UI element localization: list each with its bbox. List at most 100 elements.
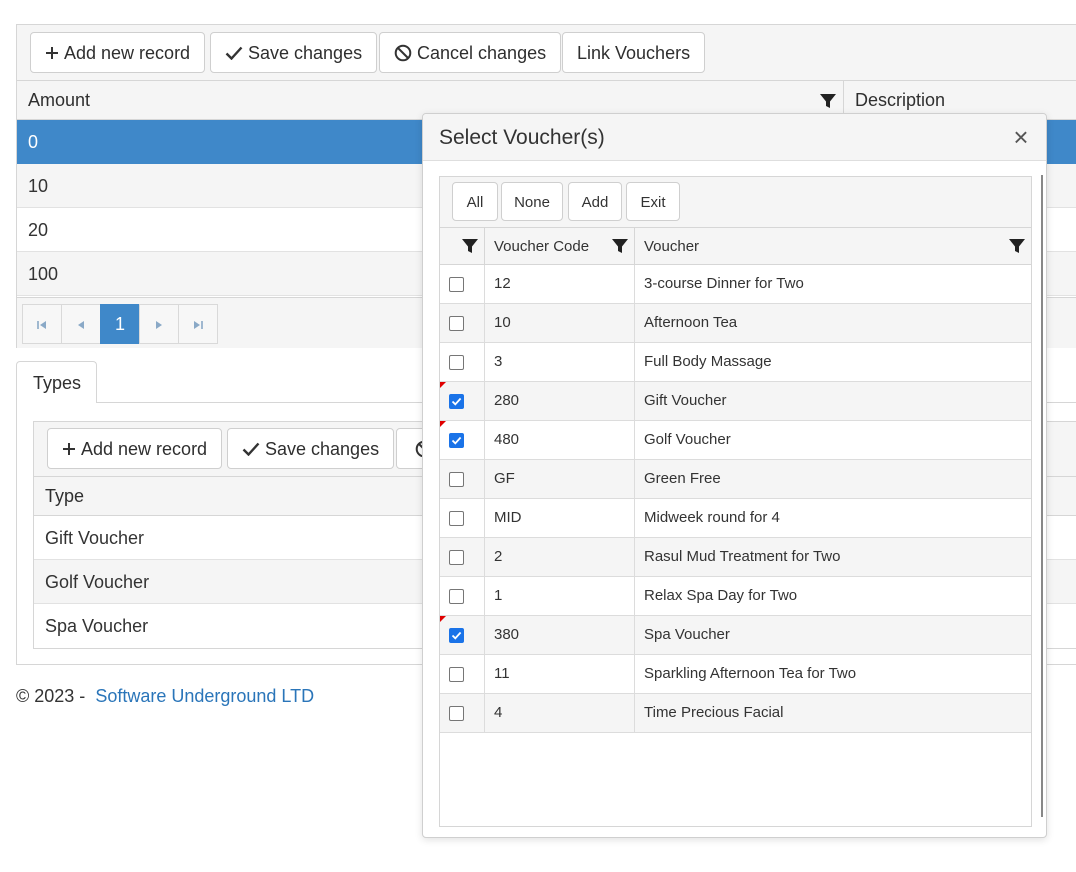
row-checkbox[interactable] xyxy=(449,394,464,409)
column-divider xyxy=(484,694,485,732)
grid-toolbar: Add new record Save changes Cancel chang… xyxy=(17,25,1076,81)
row-checkbox[interactable] xyxy=(449,706,464,721)
add-new-record-button[interactable]: Add new record xyxy=(30,32,206,73)
column-header-voucher-code[interactable]: Voucher Code xyxy=(494,228,589,265)
dirty-cell-marker xyxy=(440,616,446,622)
column-divider xyxy=(634,304,635,342)
first-page-button[interactable] xyxy=(22,304,62,344)
table-row[interactable]: 380 Spa Voucher xyxy=(440,616,1031,655)
company-link[interactable]: Software Underground LTD xyxy=(95,686,314,706)
dirty-cell-marker xyxy=(440,421,446,427)
column-divider xyxy=(484,499,485,537)
row-checkbox[interactable] xyxy=(449,472,464,487)
row-checkbox[interactable] xyxy=(449,433,464,448)
row-checkbox[interactable] xyxy=(449,628,464,643)
dialog-scrollbar[interactable] xyxy=(1041,175,1043,817)
row-checkbox[interactable] xyxy=(449,589,464,604)
filter-icon[interactable] xyxy=(820,93,836,112)
voucher-name-cell: Sparkling Afternoon Tea for Two xyxy=(644,665,857,682)
table-row[interactable]: 2 Rasul Mud Treatment for Two xyxy=(440,538,1031,577)
column-header-amount[interactable]: Amount xyxy=(28,81,90,120)
voucher-code-cell: GF xyxy=(494,470,515,487)
column-divider xyxy=(634,228,635,264)
column-divider xyxy=(634,421,635,459)
voucher-name-cell: Relax Spa Day for Two xyxy=(644,587,798,604)
table-row[interactable]: GF Green Free xyxy=(440,460,1031,499)
column-divider xyxy=(484,265,485,303)
column-divider xyxy=(484,616,485,654)
first-page-icon xyxy=(37,320,46,329)
dirty-cell-marker xyxy=(440,382,446,388)
table-row[interactable]: 4 Time Precious Facial xyxy=(440,694,1031,733)
cancel-icon xyxy=(394,44,412,62)
table-row[interactable]: 3 Full Body Massage xyxy=(440,343,1031,382)
column-header-type[interactable]: Type xyxy=(45,477,84,516)
row-checkbox[interactable] xyxy=(449,550,464,565)
voucher-code-cell: 280 xyxy=(494,392,520,409)
tab-types[interactable]: Types xyxy=(16,361,97,403)
voucher-name-cell: Rasul Mud Treatment for Two xyxy=(644,548,841,565)
row-checkbox[interactable] xyxy=(449,511,464,526)
voucher-name-cell: Spa Voucher xyxy=(644,626,730,643)
table-row[interactable]: 280 Gift Voucher xyxy=(440,382,1031,421)
filter-icon[interactable] xyxy=(612,238,628,257)
save-changes-button[interactable]: Save changes xyxy=(210,32,378,73)
previous-page-icon xyxy=(78,320,84,329)
page-number-button[interactable]: 1 xyxy=(100,304,140,344)
column-header-voucher[interactable]: Voucher xyxy=(644,228,699,265)
table-row[interactable]: 10 Afternoon Tea xyxy=(440,304,1031,343)
next-page-icon xyxy=(156,320,162,329)
table-row[interactable]: 12 3-course Dinner for Two xyxy=(440,265,1031,304)
previous-page-button[interactable] xyxy=(61,304,101,344)
column-divider xyxy=(634,538,635,576)
close-icon[interactable]: × xyxy=(1010,124,1032,150)
voucher-name-cell: Gift Voucher xyxy=(644,392,727,409)
voucher-name-cell: Time Precious Facial xyxy=(644,704,784,721)
exit-button[interactable]: Exit xyxy=(626,182,680,221)
add-new-record-button[interactable]: Add new record xyxy=(47,428,223,469)
column-divider xyxy=(484,655,485,693)
voucher-name-cell: 3-course Dinner for Two xyxy=(644,275,804,292)
row-checkbox[interactable] xyxy=(449,277,464,292)
select-all-button[interactable]: All xyxy=(452,182,498,221)
column-divider xyxy=(634,343,635,381)
filter-icon[interactable] xyxy=(1009,238,1025,257)
voucher-code-cell: 1 xyxy=(494,587,503,604)
select-none-button[interactable]: None xyxy=(501,182,563,221)
voucher-grid: All None Add Exit Voucher Code Voucher 1… xyxy=(439,176,1032,827)
row-checkbox[interactable] xyxy=(449,667,464,682)
voucher-code-cell: 2 xyxy=(494,548,503,565)
voucher-name-cell: Afternoon Tea xyxy=(644,314,738,331)
filter-icon[interactable] xyxy=(462,238,478,257)
copyright-text: © 2023 - xyxy=(16,686,86,706)
checkmark-icon xyxy=(451,631,462,640)
voucher-code-cell: MID xyxy=(494,509,522,526)
select-voucher-dialog: Select Voucher(s) × All None Add Exit Vo… xyxy=(422,113,1047,838)
voucher-name-cell: Full Body Massage xyxy=(644,353,772,370)
voucher-code-cell: 10 xyxy=(494,314,511,331)
column-divider xyxy=(484,382,485,420)
row-checkbox[interactable] xyxy=(449,316,464,331)
table-row[interactable]: MID Midweek round for 4 xyxy=(440,499,1031,538)
voucher-grid-header: Voucher Code Voucher xyxy=(440,228,1031,265)
table-row[interactable]: 11 Sparkling Afternoon Tea for Two xyxy=(440,655,1031,694)
voucher-code-cell: 3 xyxy=(494,353,503,370)
checkmark-icon xyxy=(225,46,243,61)
voucher-code-cell: 4 xyxy=(494,704,503,721)
table-row[interactable]: 480 Golf Voucher xyxy=(440,421,1031,460)
link-vouchers-button[interactable]: Link Vouchers xyxy=(562,32,706,73)
row-checkbox[interactable] xyxy=(449,355,464,370)
add-button[interactable]: Add xyxy=(568,182,622,221)
voucher-name-cell: Green Free xyxy=(644,470,721,487)
cancel-changes-button[interactable]: Cancel changes xyxy=(379,32,562,73)
column-divider xyxy=(484,343,485,381)
column-divider xyxy=(484,228,485,264)
last-page-button[interactable] xyxy=(178,304,218,344)
column-divider xyxy=(484,538,485,576)
next-page-button[interactable] xyxy=(139,304,179,344)
voucher-code-cell: 12 xyxy=(494,275,511,292)
voucher-code-cell: 480 xyxy=(494,431,520,448)
save-changes-button[interactable]: Save changes xyxy=(227,428,395,469)
table-row[interactable]: 1 Relax Spa Day for Two xyxy=(440,577,1031,616)
column-divider xyxy=(634,577,635,615)
